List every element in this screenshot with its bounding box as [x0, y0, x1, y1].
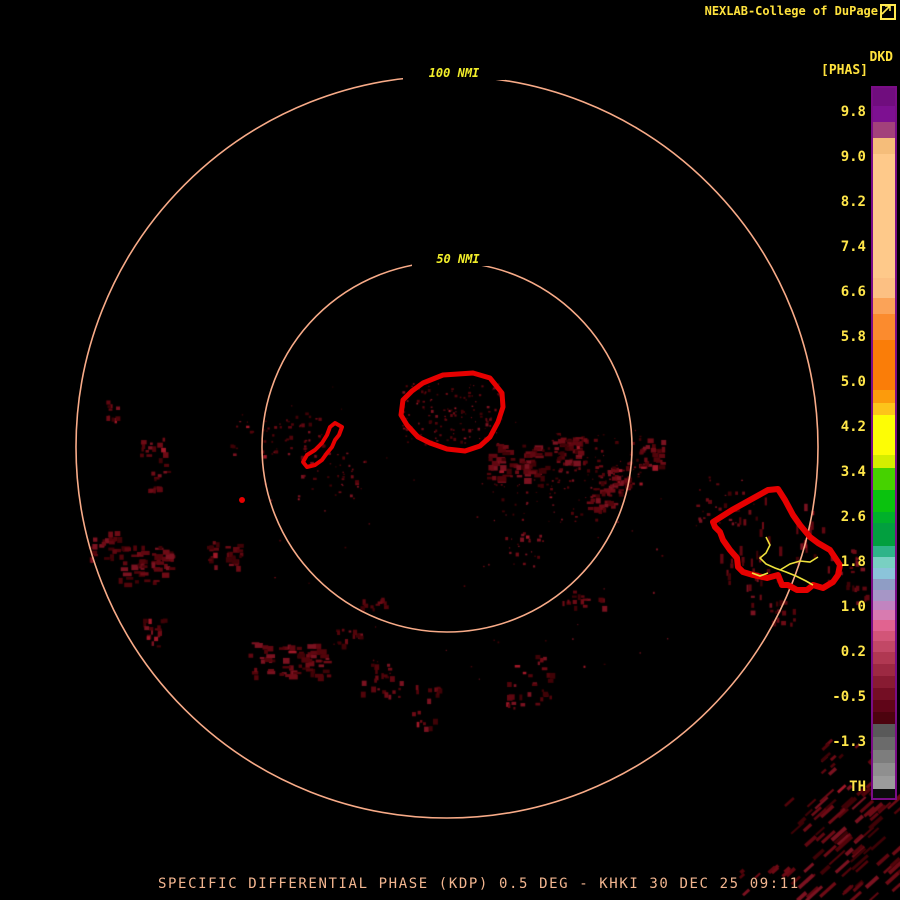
color-scale-tick-1.0: 1.0	[840, 599, 866, 615]
color-scale-segment-15	[873, 512, 895, 523]
island-outline-oahu	[710, 486, 843, 593]
color-scale-segment-18	[873, 557, 895, 568]
island-outline-kauai	[398, 370, 506, 454]
color-scale-segment-14	[873, 490, 895, 512]
color-scale-segment-4	[873, 154, 895, 278]
inner-range-ring-label: 50 NMI	[412, 252, 504, 266]
color-scale-bar	[871, 86, 897, 800]
color-scale-segment-19	[873, 568, 895, 579]
color-scale-segment-13	[873, 468, 895, 490]
color-scale-segment-29	[873, 676, 895, 688]
product-code-label: DKD	[869, 50, 893, 65]
color-scale-segment-25	[873, 631, 895, 641]
color-scale-segment-3	[873, 138, 895, 154]
color-scale-segment-9	[873, 390, 895, 403]
color-scale-segment-20	[873, 579, 895, 590]
logo-diagonal	[881, 5, 891, 15]
color-scale-segment-1	[873, 106, 895, 122]
color-scale-tick-2.6: 2.6	[840, 509, 866, 525]
map-overlay	[75, 75, 843, 819]
product-caption: SPECIFIC DIFFERENTIAL PHASE (KDP) 0.5 DE…	[158, 876, 800, 892]
color-scale-segment-22	[873, 601, 895, 610]
color-scale-tick-5.8: 5.8	[840, 329, 866, 345]
color-scale-segment-30	[873, 688, 895, 700]
color-scale-tick-9.0: 9.0	[840, 149, 866, 165]
color-scale-segment-37	[873, 776, 895, 789]
color-scale-tick-5.0: 5.0	[840, 374, 866, 390]
color-scale-segment-38	[873, 789, 895, 798]
color-scale-segment-24	[873, 620, 895, 631]
color-scale-tick-8.2: 8.2	[840, 194, 866, 210]
color-scale-tick-4.2: 4.2	[840, 419, 866, 435]
color-scale-segment-32	[873, 712, 895, 724]
color-scale-segment-31	[873, 700, 895, 712]
site-title: NEXLAB-College of DuPage	[704, 4, 878, 18]
color-scale-segment-10	[873, 403, 895, 415]
cod-logo-icon	[880, 4, 896, 20]
color-scale-segment-16	[873, 523, 895, 546]
color-scale-segment-23	[873, 610, 895, 620]
color-scale-segment-21	[873, 590, 895, 601]
color-scale-tick-0.2: 0.2	[840, 644, 866, 660]
color-scale-segment-27	[873, 652, 895, 664]
color-scale-tick-7.4: 7.4	[840, 239, 866, 255]
color-scale-segment-2	[873, 122, 895, 138]
color-scale-segment-35	[873, 750, 895, 763]
color-scale-tick--1.3: -1.3	[832, 734, 866, 750]
color-scale-tick-TH: TH	[849, 779, 866, 795]
color-scale-segment-28	[873, 664, 895, 676]
color-scale-segment-36	[873, 763, 895, 776]
color-scale-tick-1.8: 1.8	[840, 554, 866, 570]
bright-echo-dot-0	[239, 497, 245, 503]
color-scale-segment-8	[873, 340, 895, 390]
color-scale-tick--0.5: -0.5	[832, 689, 866, 705]
color-scale-segment-26	[873, 641, 895, 652]
color-scale-tick-6.6: 6.6	[840, 284, 866, 300]
color-scale-segment-33	[873, 724, 895, 737]
product-unit-label: [PHAS]	[821, 63, 868, 78]
color-scale-segment-5	[873, 278, 895, 298]
color-scale-segment-11	[873, 415, 895, 455]
color-scale-segment-7	[873, 314, 895, 340]
color-scale-segment-34	[873, 737, 895, 750]
color-scale-tick-3.4: 3.4	[840, 464, 866, 480]
color-scale-segment-0	[873, 88, 895, 106]
outer-range-ring-label: 100 NMI	[403, 66, 505, 80]
island-outline-niihau	[301, 421, 344, 469]
color-scale-segment-12	[873, 455, 895, 468]
color-scale-tick-9.8: 9.8	[840, 104, 866, 120]
color-scale-segment-6	[873, 298, 895, 314]
radar-display: 100 NMI 50 NMI NEXLAB-College of DuPage …	[0, 0, 900, 900]
color-scale-segment-17	[873, 546, 895, 557]
